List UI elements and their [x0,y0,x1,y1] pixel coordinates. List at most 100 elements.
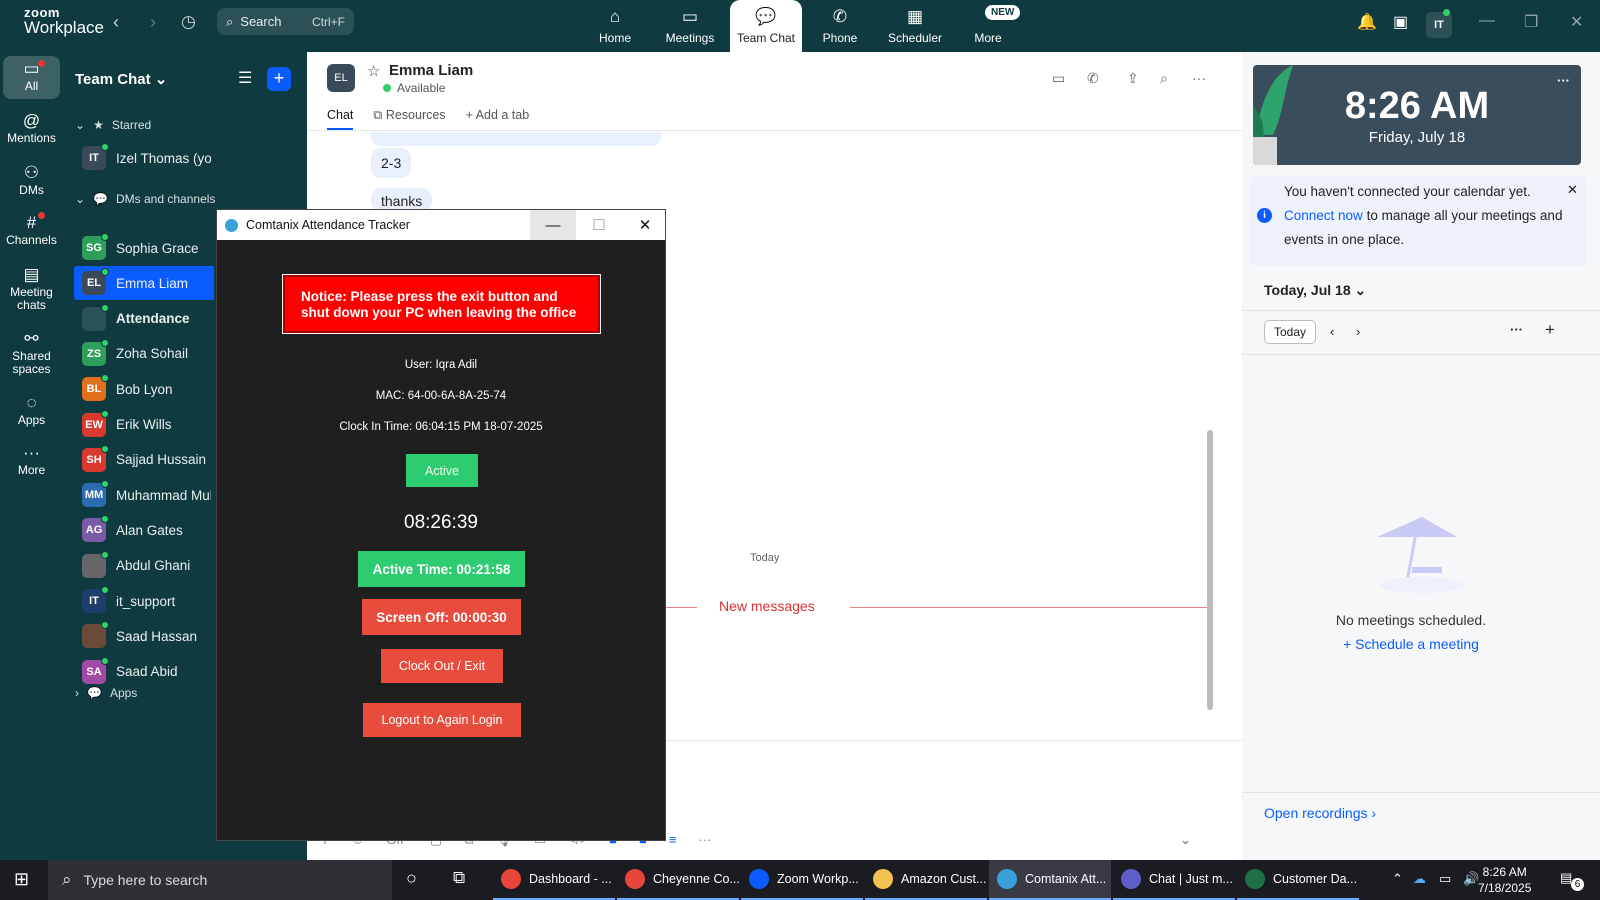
taskbar-app-4[interactable]: Comtanix Att... [989,860,1111,900]
taskbar-app-3[interactable]: Amazon Cust... [865,860,987,900]
taskbar-app-label: Zoom Workp... [777,872,859,886]
video-call-icon[interactable]: ▭ [1052,70,1065,87]
status-badge: Active [406,454,478,487]
close-icon[interactable]: ✕ [622,210,668,240]
tab-resources[interactable]: ⧉ Resources [373,108,445,130]
next-day-icon[interactable]: › [1356,324,1360,339]
taskbar-search-input[interactable]: ⌕ Type here to search [48,860,392,900]
more-icon[interactable]: ··· [698,832,711,848]
section-dms[interactable]: ⌄ 💬 DMs and channels [75,192,215,206]
today-header[interactable]: Today, Jul 18 ⌄ [1264,282,1366,299]
taskbar-app-1[interactable]: Cheyenne Co... [617,860,739,900]
taskbar-app-5[interactable]: Chat | Just m... [1113,860,1235,900]
back-icon[interactable]: ‹ [113,12,119,33]
taskbar-app-0[interactable]: Dashboard - ... [493,860,615,900]
chat-status: Available [383,81,445,95]
windows-start-icon[interactable]: ⊞ [14,869,29,890]
gift-icon[interactable]: ▣ [1393,12,1408,32]
clock-card: 8:26 AM Friday, July 18 ··· [1253,65,1581,165]
search-icon[interactable]: ⌕ [1160,70,1168,87]
more-icon[interactable]: ··· [1510,322,1523,337]
taskbar-app-2[interactable]: Zoom Workp... [741,860,863,900]
rail-apps[interactable]: ◌ Apps [3,394,60,427]
more-options-icon[interactable]: ··· [1192,70,1206,86]
tracker-titlebar[interactable]: Comtanix Attendance Tracker — ☐ ✕ [217,210,665,240]
channel-item-emma-liam[interactable]: EL Emma Liam [74,266,214,301]
filter-icon[interactable]: ☰ [238,68,252,88]
channel-item-attendance[interactable]: Attendance [74,302,211,336]
open-recordings-link[interactable]: Open recordings › [1264,805,1376,821]
chat-contact-name[interactable]: Emma Liam [389,62,473,79]
taskbar-clock[interactable]: 8:26 AM 7/18/2025 [1478,864,1531,896]
channel-item-izel-thomas-you[interactable]: IT Izel Thomas (you) [74,141,211,175]
chat-bubble-icon: ▭ [23,59,40,78]
close-notice-icon[interactable]: ✕ [1567,178,1578,202]
cortana-icon[interactable]: ○ [406,868,417,889]
rail-mentions[interactable]: @ Mentions [3,112,60,145]
channel-item-saad-hassan[interactable]: Saad Hassan [74,619,211,653]
rail-dms[interactable]: ⚇ DMs [3,164,60,197]
rail-shared-spaces[interactable]: ⚯ Shared spaces [3,330,60,376]
clock-in-label: Clock In Time: 06:04:15 PM 18-07-2025 [339,421,543,433]
history-icon[interactable]: ◷ [181,12,196,32]
channel-item-bob-lyon[interactable]: BL Bob Lyon [74,372,211,406]
chat-scrollbar[interactable] [1207,430,1213,710]
section-starred[interactable]: ⌄ ★ Starred [75,118,151,132]
search-input[interactable]: ⌕ Search Ctrl+F [217,8,354,35]
network-icon[interactable]: ▭ [1439,871,1451,887]
minimize-icon[interactable]: — [530,210,576,240]
tray-chevron-icon[interactable]: ⌃ [1392,871,1403,887]
rail-more[interactable]: ··· More [3,444,60,477]
nav-home[interactable]: ⌂ Home [579,0,651,52]
nav-meetings[interactable]: ▭ Meetings [654,0,726,52]
unread-dot [38,212,45,219]
clock-out-button[interactable]: Clock Out / Exit [381,649,503,683]
minimize-icon[interactable]: — [1479,12,1495,30]
channel-item-erik-wills[interactable]: EW Erik Wills [74,408,211,442]
app-icon [997,869,1017,889]
tab-add[interactable]: + Add a tab [466,108,530,130]
panel-title[interactable]: Team Chat ⌄ [75,70,167,88]
card-more-icon[interactable]: ··· [1557,73,1570,88]
connect-now-link[interactable]: Connect now [1284,208,1363,223]
share-screen-icon[interactable]: ⇪ [1127,70,1139,87]
task-view-icon[interactable]: ⧉ [453,868,465,888]
avatar[interactable]: IT [1426,12,1452,38]
close-icon[interactable]: ✕ [1570,12,1583,32]
channel-item-it-support[interactable]: IT it_support [74,584,211,618]
rail-all[interactable]: ▭ All [3,56,60,99]
new-messages-line [850,607,1212,608]
forward-icon[interactable]: › [150,12,156,33]
bell-icon[interactable]: 🔔 [1357,12,1377,32]
zoom-top-bar: zoom Workplace ‹ › ◷ ⌕ Search Ctrl+F ⌂ H… [0,0,1600,52]
nav-scheduler[interactable]: ▦ Scheduler [879,0,951,52]
prev-day-icon[interactable]: ‹ [1330,324,1334,339]
star-outline-icon[interactable]: ☆ [367,62,380,80]
channel-item-sophia-grace[interactable]: SG Sophia Grace [74,231,211,265]
rail-channels[interactable]: # Channels [3,214,60,247]
volume-icon[interactable]: 🔊 [1463,871,1479,887]
channel-item-saad-abid[interactable]: SA Saad Abid [74,655,211,689]
today-button[interactable]: Today [1264,320,1317,344]
new-chat-button[interactable]: + [267,67,291,91]
taskbar-app-6[interactable]: Customer Da... [1237,860,1359,900]
channel-item-sajjad-hussain[interactable]: SH Sajjad Hussain [74,443,211,477]
maximize-icon[interactable]: ❐ [1524,12,1538,32]
schedule-meeting-link[interactable]: + Schedule a meeting [1242,636,1580,652]
logout-button[interactable]: Logout to Again Login [363,703,521,737]
nav-phone[interactable]: ✆ Phone [804,0,876,52]
app-icon [873,869,893,889]
onedrive-icon[interactable]: ☁ [1413,871,1426,887]
channel-item-zoha-sohail[interactable]: ZS Zoha Sohail [74,337,211,371]
channel-item-abdul-ghani[interactable]: Abdul Ghani [74,549,211,583]
nav-team-chat[interactable]: 💬 Team Chat [730,0,802,52]
channel-item-alan-gates[interactable]: AG Alan Gates [74,513,211,547]
send-options-icon[interactable]: ⌄ [1180,832,1191,848]
maximize-icon[interactable]: ☐ [576,210,622,240]
doc-icon[interactable]: ≡ [669,832,677,848]
add-event-icon[interactable]: + [1545,320,1555,340]
tab-chat[interactable]: Chat [327,108,354,130]
rail-meeting-chats[interactable]: ▤ Meeting chats [3,266,60,312]
channel-item-muhammad-muhammad[interactable]: MM Muhammad Muhammad [74,478,211,512]
phone-call-icon[interactable]: ✆ [1087,70,1099,87]
